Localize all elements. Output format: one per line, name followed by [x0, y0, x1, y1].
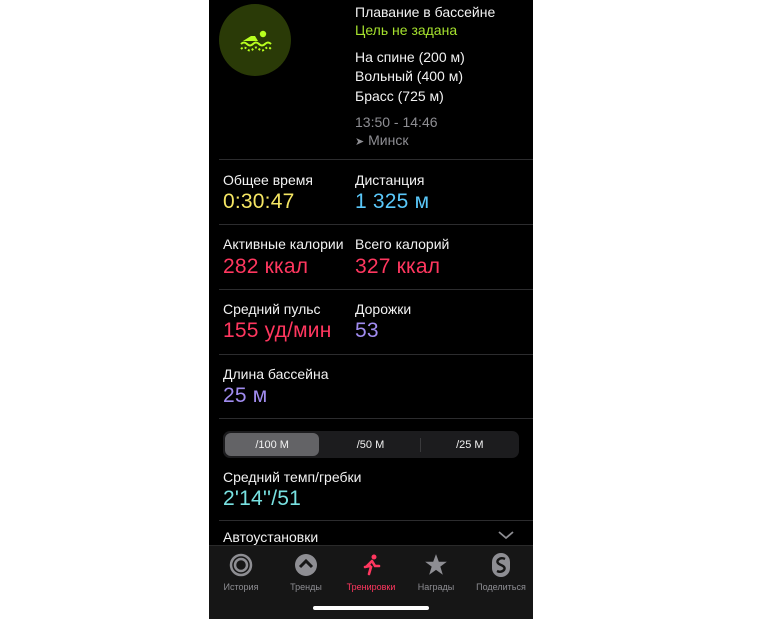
- tab-workouts-label: Тренировки: [346, 582, 396, 592]
- workout-time-range: 13:50 - 14:46: [355, 114, 438, 130]
- total-calories-value: 327 ккал: [355, 255, 441, 278]
- location-label: Минск: [368, 132, 409, 148]
- tab-share[interactable]: Поделиться: [469, 552, 533, 592]
- pool-length-label: Длина бассейна: [223, 366, 329, 382]
- lanes-value: 53: [355, 319, 379, 342]
- tab-trends-label: Тренды: [290, 582, 322, 592]
- home-indicator[interactable]: [313, 606, 429, 610]
- divider: [219, 159, 533, 160]
- lanes-label: Дорожки: [355, 301, 412, 317]
- split-segmented-control: /100 М /50 М /25 М: [223, 431, 519, 458]
- pace-label: Средний темп/гребки: [223, 469, 362, 485]
- distance-value: 1 325 м: [355, 190, 430, 213]
- divider: [219, 224, 533, 225]
- workout-location: ➤ Минск: [355, 132, 408, 148]
- tab-awards[interactable]: Награды: [404, 552, 468, 592]
- avg-heart-rate-label: Средний пульс: [223, 301, 321, 317]
- divider: [219, 520, 533, 521]
- distance-label: Дистанция: [355, 172, 425, 188]
- location-arrow-icon: ➤: [355, 136, 365, 148]
- trends-icon: [274, 552, 338, 578]
- stroke-item: Брасс (725 м): [355, 88, 444, 104]
- active-calories-value: 282 ккал: [223, 255, 309, 278]
- stroke-item: На спине (200 м): [355, 49, 465, 65]
- divider: [219, 289, 533, 290]
- divider: [219, 418, 533, 419]
- rings-icon: [209, 552, 273, 578]
- stroke-item: Вольный (400 м): [355, 68, 463, 84]
- tab-workouts[interactable]: Тренировки: [339, 552, 403, 592]
- runner-icon: [339, 552, 403, 578]
- active-calories-label: Активные калории: [223, 236, 344, 252]
- segment-100m[interactable]: /100 М: [225, 433, 320, 456]
- total-calories-label: Всего калорий: [355, 236, 450, 252]
- autosets-label[interactable]: Автоустановки: [223, 529, 318, 545]
- tab-history-label: История: [223, 582, 259, 592]
- total-time-label: Общее время: [223, 172, 313, 188]
- star-award-icon: [404, 552, 468, 578]
- pace-value: 2'14''/51: [223, 487, 302, 510]
- total-time-value: 0:30:47: [223, 190, 295, 213]
- tab-share-label: Поделиться: [476, 582, 526, 592]
- pool-length-value: 25 м: [223, 384, 268, 407]
- avg-heart-rate-value: 155 уд/мин: [223, 319, 332, 342]
- divider: [219, 354, 533, 355]
- tab-awards-label: Награды: [417, 582, 455, 592]
- phone-screen: Плавание в бассейне Цель не задана На сп…: [209, 0, 533, 619]
- workout-title: Плавание в бассейне: [355, 4, 496, 20]
- segment-25m[interactable]: /25 М: [423, 433, 517, 456]
- segment-50m[interactable]: /50 М: [323, 433, 417, 456]
- tab-trends[interactable]: Тренды: [274, 552, 338, 592]
- chevron-down-icon[interactable]: [497, 528, 515, 546]
- segment-separator: [419, 437, 421, 452]
- goal-status: Цель не задана: [355, 22, 458, 38]
- swimmer-icon: [219, 4, 291, 76]
- share-icon: [469, 552, 533, 578]
- tab-history[interactable]: История: [209, 552, 273, 592]
